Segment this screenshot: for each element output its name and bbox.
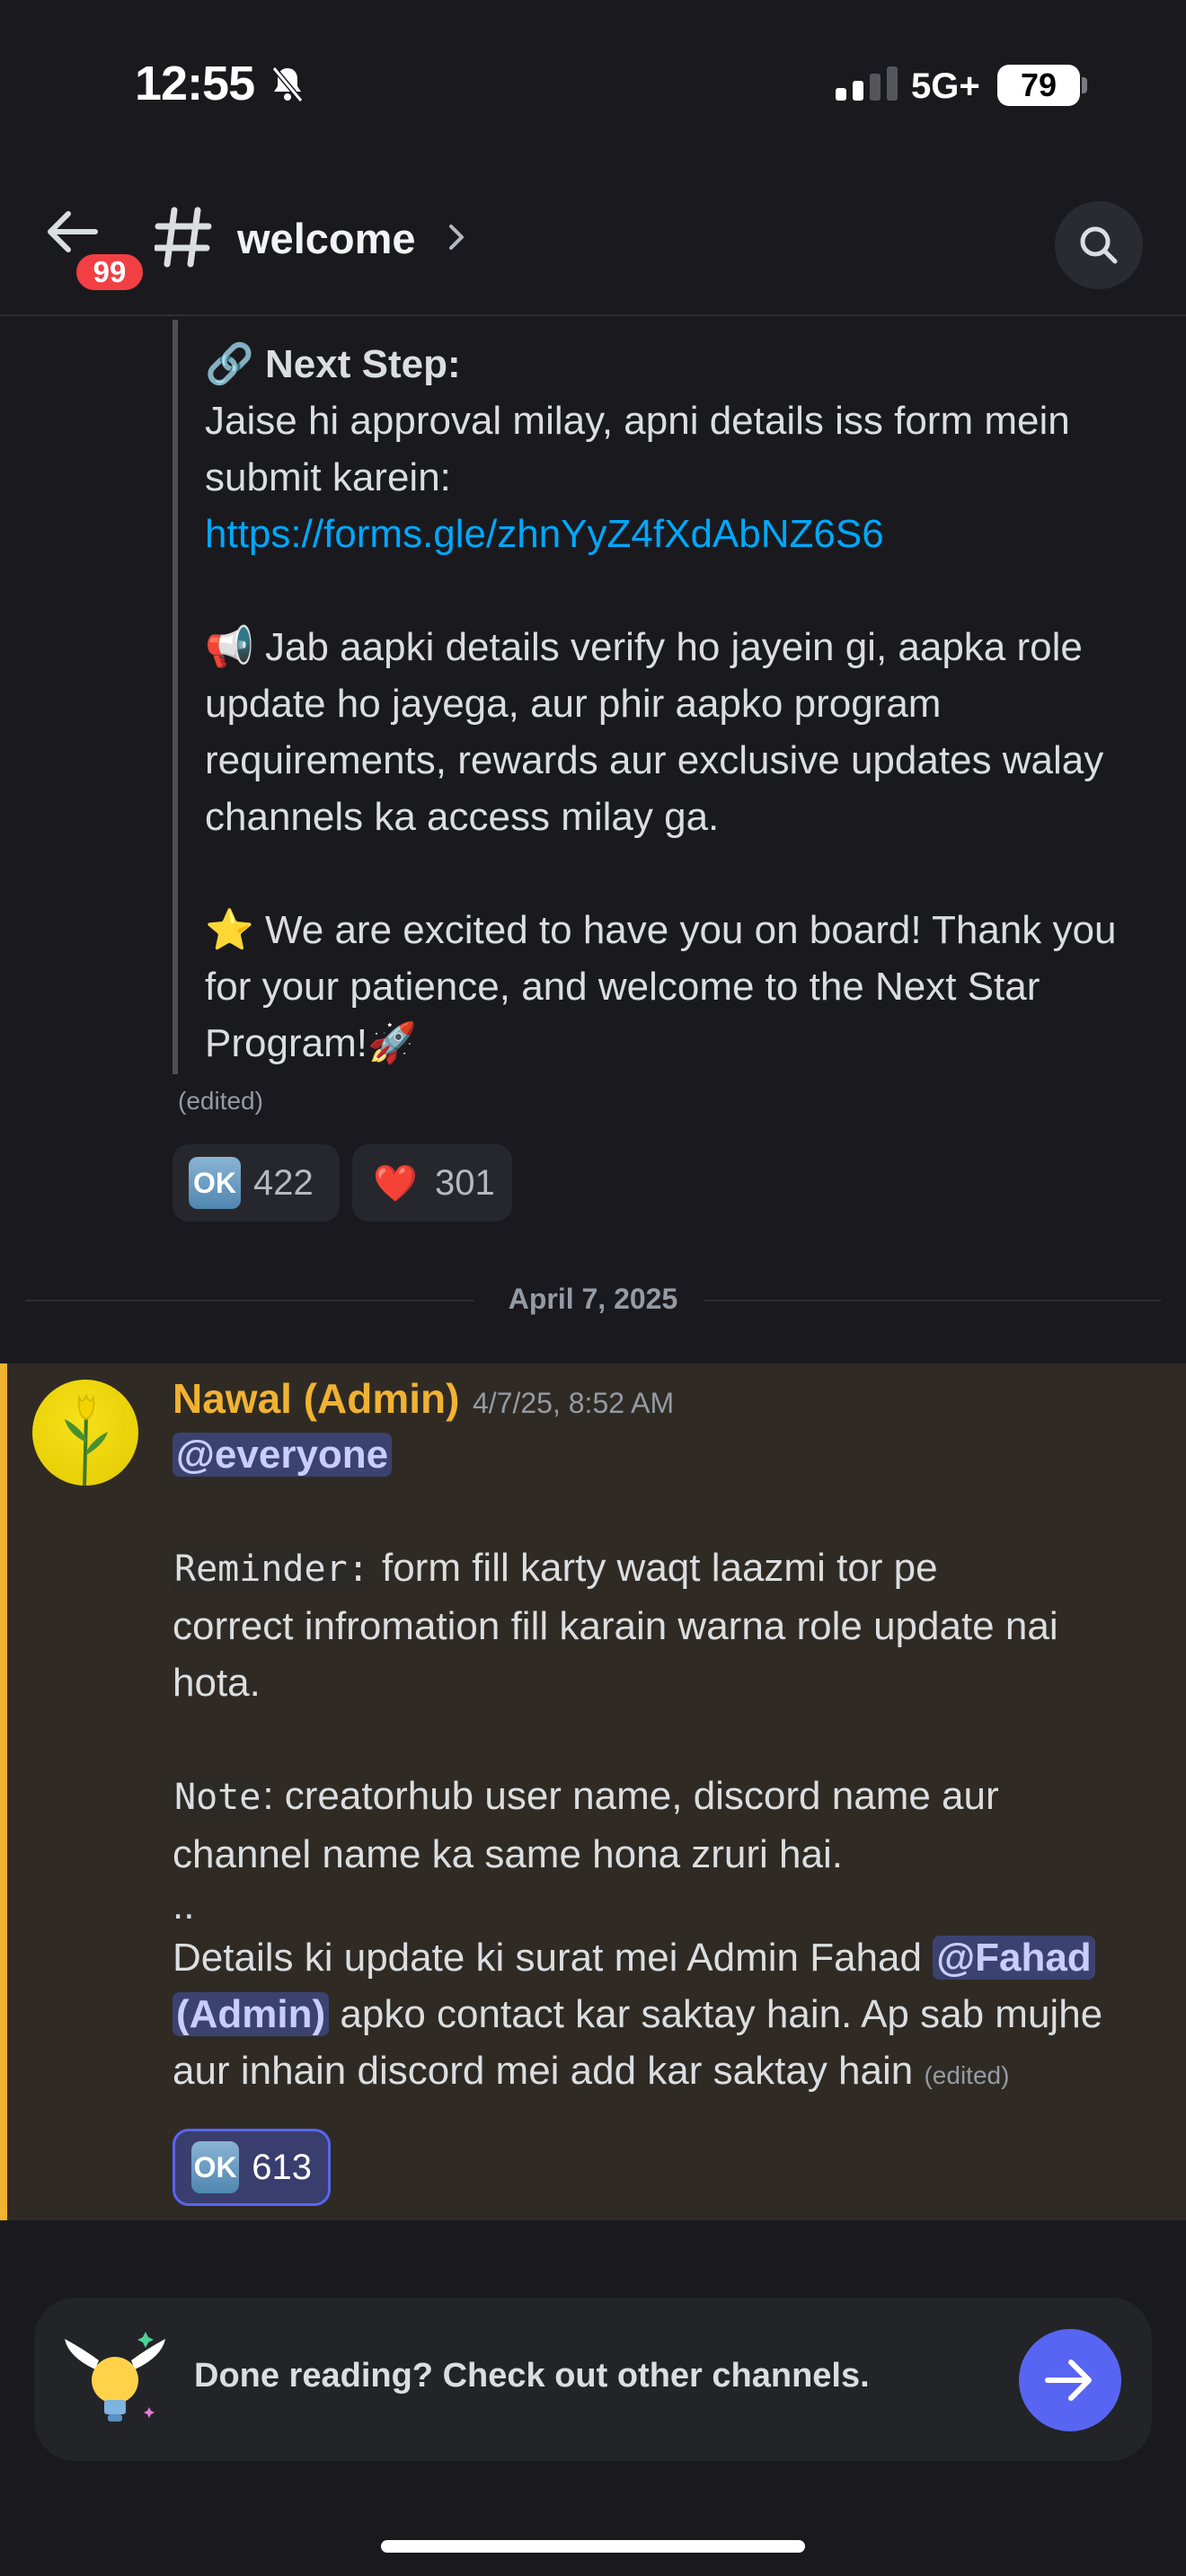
clock: 12:55 [135,57,255,110]
reminder-text: form fill karty waqt laazmi tor pe [370,1546,938,1590]
date-divider: April 7, 2025 [25,1279,1161,1320]
note-text: : creatorhub user name, discord name aur [262,1774,999,1818]
unread-badge: 99 [72,250,147,295]
chevron-right-icon[interactable] [446,221,467,258]
ok-emoji-icon: OK [189,1157,241,1209]
message-timestamp: 4/7/25, 8:52 AM [473,1387,675,1419]
search-button[interactable] [1055,201,1143,289]
reaction-ok-selected[interactable]: OK 613 [173,2129,331,2206]
channel-name[interactable]: welcome [237,214,416,263]
embed-line [205,845,1175,902]
form-link[interactable]: https://forms.gle/zhnYyZ4fXdAbNZ6S6 [205,512,884,556]
home-indicator[interactable] [381,2540,805,2553]
embed-line: channels ka access milay ga. [205,795,720,839]
reminder-text: correct infromation fill karain warna ro… [173,1604,1058,1648]
reaction-heart[interactable]: ❤️ 301 [352,1144,512,1222]
embed-line: submit karein: [205,455,451,499]
details-text: Details ki update ki surat mei Admin Fah… [173,1936,934,1980]
heart-emoji-icon: ❤️ [373,1163,418,1204]
embed-line: update ho jayega, aur phir aapko program [205,682,942,726]
mention-everyone[interactable]: @everyone [173,1433,393,1477]
embed-text: 🔗 Next Step: Jaise hi approval milay, ap… [205,336,1175,1072]
battery-tip [1082,77,1087,93]
divider-date: April 7, 2025 [486,1283,700,1315]
edited-label: (edited) [924,2061,1010,2089]
next-channel-button[interactable] [1019,2329,1121,2431]
network-type: 5G+ [911,66,980,106]
status-bar: 12:55 5G+ 79 [0,0,1186,171]
embed-line: 🔗 Next Step: [205,336,1175,393]
message-author[interactable]: Nawal (Admin) [173,1374,459,1423]
message-content: @everyone Reminder: form fill karty waqt… [173,1426,1161,2104]
done-reading-text: Done reading? Check out other channels. [194,2357,870,2395]
arrow-right-icon [1045,2360,1092,2401]
reaction-count: 422 [253,1162,314,1203]
embed-line: requirements, rewards aur exclusive upda… [205,738,1104,782]
embed-line: Program!🚀 [205,1021,417,1065]
note-text: channel name ka same hona zruri hai. [173,1832,843,1876]
ok-emoji-icon: OK [191,2141,240,2193]
bell-muted-icon [270,65,305,109]
reaction-ok[interactable]: OK 422 [173,1144,340,1222]
inline-code-reminder: Reminder: [173,1548,371,1590]
reaction-count: 301 [435,1162,495,1203]
details-text: apko contact kar saktay hain. Ap sab muj… [329,1992,1103,2036]
embed-line [205,562,1175,619]
search-icon [1080,226,1118,264]
embed-line: Jaise hi approval milay, apni details is… [205,399,1070,443]
link-emoji: 🔗 [205,342,266,386]
battery-icon: 79 [997,65,1080,106]
winged-lightbulb-icon [59,2325,171,2440]
embed-line: ⭐ We are excited to have you on board! T… [205,908,1117,952]
channel-header: 99 welcome [0,171,1186,316]
inline-code-note: Note [173,1777,263,1818]
dots-text: .. [173,1883,195,1928]
edited-label: (edited) [178,1087,263,1115]
hash-icon [153,207,212,272]
mention-fahad-role[interactable]: (Admin) [173,1992,330,2036]
details-text: aur inhain discord mei add kar saktay ha… [173,2049,914,2093]
message-embed: 🔗 Next Step: Jaise hi approval milay, ap… [173,320,1170,1074]
embed-line: for your patience, and welcome to the Ne… [205,965,1040,1009]
reminder-text: hota. [173,1661,261,1705]
cellular-signal-icon [836,66,898,101]
reaction-count: 613 [252,2147,312,2187]
embed-heading: Next Step: [265,342,461,386]
done-reading-banner[interactable]: Done reading? Check out other channels. [34,2298,1152,2461]
embed-line: https://forms.gle/zhnYyZ4fXdAbNZ6S6 [205,506,1175,562]
embed-line: 📢 Jab aapki details verify ho jayein gi,… [205,625,1083,669]
avatar[interactable] [32,1380,138,1486]
mention-fahad[interactable]: @Fahad [933,1936,1095,1980]
